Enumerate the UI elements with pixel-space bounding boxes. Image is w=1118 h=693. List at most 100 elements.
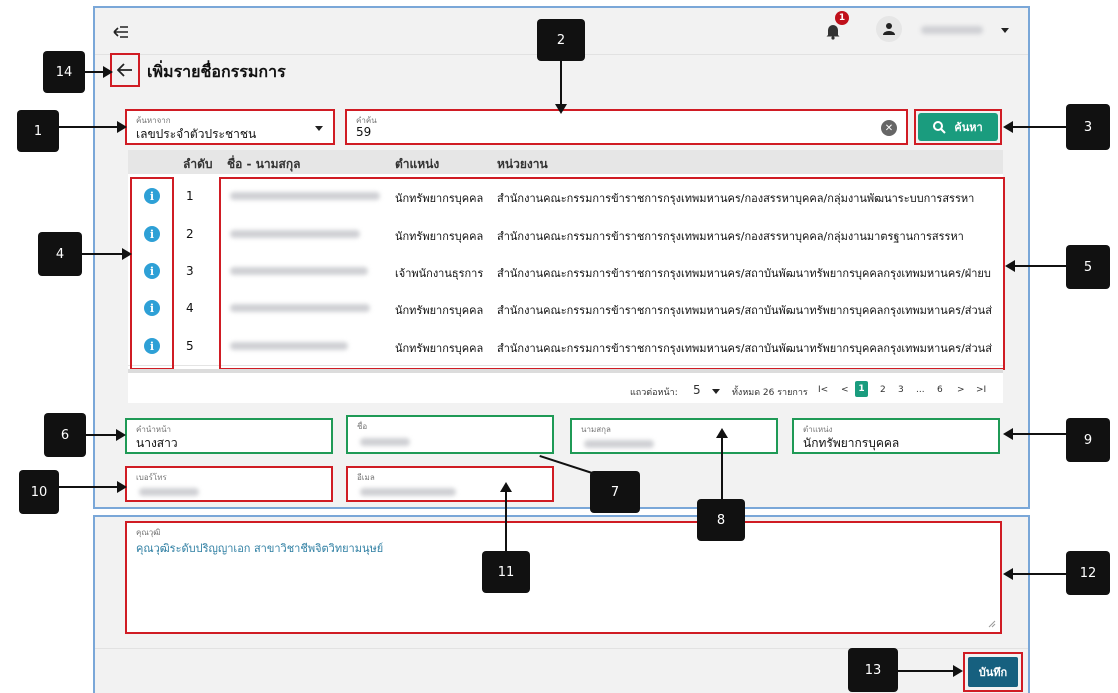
username-redacted xyxy=(921,26,983,34)
lastname-label: นามสกุล xyxy=(581,425,611,434)
row-no: 5 xyxy=(186,339,194,353)
arrow-2 xyxy=(560,61,562,105)
first-page-button[interactable]: I< xyxy=(818,385,828,395)
prefix-field[interactable]: คำนำหน้า นางสาว xyxy=(125,418,333,454)
chevron-down-icon[interactable] xyxy=(1001,28,1009,33)
arrow-5-head xyxy=(1005,260,1015,272)
email-field[interactable]: อีเมล xyxy=(346,466,554,502)
arrow-3-head xyxy=(1003,121,1013,133)
page-2-button[interactable]: 2 xyxy=(880,385,886,395)
callout-14: 14 xyxy=(43,51,85,93)
arrow-11-head xyxy=(500,482,512,492)
arrow-12-head xyxy=(1003,568,1013,580)
email-redacted xyxy=(360,488,456,496)
position-field[interactable]: ตำแหน่ง นักทรัพยากรบุคคล xyxy=(792,418,1000,454)
callout-5: 5 xyxy=(1066,245,1110,289)
callout-9: 9 xyxy=(1066,418,1110,462)
total-items: ทั้งหมด 26 รายการ xyxy=(732,388,808,398)
firstname-redacted xyxy=(360,438,410,446)
qualification-textarea[interactable]: คุณวุฒิ คุณวุฒิระดับปริญญาเอก สาขาวิชาชี… xyxy=(125,521,1002,634)
search-button-outline: ค้นหา xyxy=(914,109,1002,145)
avatar[interactable] xyxy=(876,16,902,42)
lastname-redacted xyxy=(584,440,654,448)
save-button[interactable]: บันทึก xyxy=(968,657,1018,687)
callout-13: 13 xyxy=(848,648,898,692)
col-header-name: ชื่อ - นามสกุล xyxy=(227,157,301,171)
arrow-10 xyxy=(59,486,117,488)
firstname-field[interactable]: ชื่อ xyxy=(346,415,554,454)
page-ellipsis: ... xyxy=(916,385,925,395)
results-highlight xyxy=(219,177,1005,370)
row-no: 4 xyxy=(186,301,194,315)
arrow-10-head xyxy=(117,481,127,493)
callout-4: 4 xyxy=(38,232,82,276)
arrow-11 xyxy=(505,490,507,551)
arrow-9 xyxy=(1012,433,1066,435)
arrow-3 xyxy=(1012,126,1066,128)
page-3-button[interactable]: 3 xyxy=(898,385,904,395)
search-filter-select[interactable]: ค้นหาจาก เลขประจำตัวประชาชน xyxy=(125,109,335,145)
search-button-label: ค้นหา xyxy=(954,121,983,134)
horizontal-scrollbar[interactable] xyxy=(128,369,1003,373)
arrow-6-head xyxy=(116,429,126,441)
position-value: นักทรัพยากรบุคคล xyxy=(803,436,900,450)
callout-8: 8 xyxy=(697,499,745,541)
back-button[interactable] xyxy=(110,53,140,87)
rows-per-page-arrow-icon[interactable] xyxy=(712,389,720,394)
arrow-8-head xyxy=(716,428,728,438)
clear-icon[interactable]: ✕ xyxy=(881,120,897,136)
arrow-8 xyxy=(721,436,723,499)
qualification-value: คุณวุฒิระดับปริญญาเอก สาขาวิชาชีพจิตวิทย… xyxy=(136,542,384,555)
save-button-outline: บันทึก xyxy=(963,652,1023,692)
row-no: 2 xyxy=(186,227,194,241)
prefix-value: นางสาว xyxy=(136,436,178,450)
callout-7: 7 xyxy=(590,471,640,513)
info-column-highlight xyxy=(130,177,174,370)
callout-3: 3 xyxy=(1066,104,1110,150)
page-1-button[interactable]: 1 xyxy=(855,381,868,397)
row-no: 1 xyxy=(186,189,194,203)
search-icon xyxy=(933,120,947,134)
row-no: 3 xyxy=(186,264,194,278)
arrow-4-head xyxy=(122,248,132,260)
arrow-4 xyxy=(82,253,122,255)
col-header-unit: หน่วยงาน xyxy=(497,157,548,171)
phone-label: เบอร์โทร xyxy=(136,473,167,482)
arrow-14-head xyxy=(103,66,113,78)
lastname-field[interactable]: นามสกุล xyxy=(570,418,778,454)
search-keyword-value: 59 xyxy=(356,125,372,139)
callout-1: 1 xyxy=(17,110,59,152)
callout-2: 2 xyxy=(537,19,585,61)
next-page-button[interactable]: > xyxy=(957,385,965,395)
prev-page-button[interactable]: < xyxy=(841,385,849,395)
arrow-1-head xyxy=(117,121,127,133)
callout-10: 10 xyxy=(19,470,59,514)
arrow-13-head xyxy=(953,665,963,677)
col-header-no: ลำดับ xyxy=(183,157,213,171)
search-keyword-input[interactable]: คำค้น 59 ✕ xyxy=(345,109,908,145)
phone-field[interactable]: เบอร์โทร xyxy=(125,466,333,502)
arrow-12 xyxy=(1012,573,1066,575)
page-6-button[interactable]: 6 xyxy=(937,385,943,395)
arrow-left-icon xyxy=(117,63,132,77)
rows-per-page-value[interactable]: 5 xyxy=(693,383,701,397)
arrow-5 xyxy=(1015,265,1066,267)
bell-icon[interactable] xyxy=(825,22,841,40)
qualification-label: คุณวุฒิ xyxy=(136,528,161,537)
arrow-1 xyxy=(59,126,117,128)
arrow-2-head xyxy=(555,104,567,114)
callout-11: 11 xyxy=(482,551,530,593)
arrow-9-head xyxy=(1003,428,1013,440)
search-button[interactable]: ค้นหา xyxy=(918,113,998,141)
firstname-label: ชื่อ xyxy=(357,422,368,431)
arrow-6 xyxy=(86,434,116,436)
last-page-button[interactable]: >I xyxy=(976,385,986,395)
collapse-menu-icon[interactable] xyxy=(113,24,129,38)
callout-12: 12 xyxy=(1066,551,1110,595)
email-label: อีเมล xyxy=(357,473,375,482)
resize-handle-icon[interactable] xyxy=(988,620,996,628)
notification-badge: 1 xyxy=(835,11,849,25)
page-title: เพิ่มรายชื่อกรรมการ xyxy=(147,62,286,81)
rows-per-page-label: แถวต่อหน้า: xyxy=(630,388,678,398)
search-filter-value: เลขประจำตัวประชาชน xyxy=(136,127,257,141)
